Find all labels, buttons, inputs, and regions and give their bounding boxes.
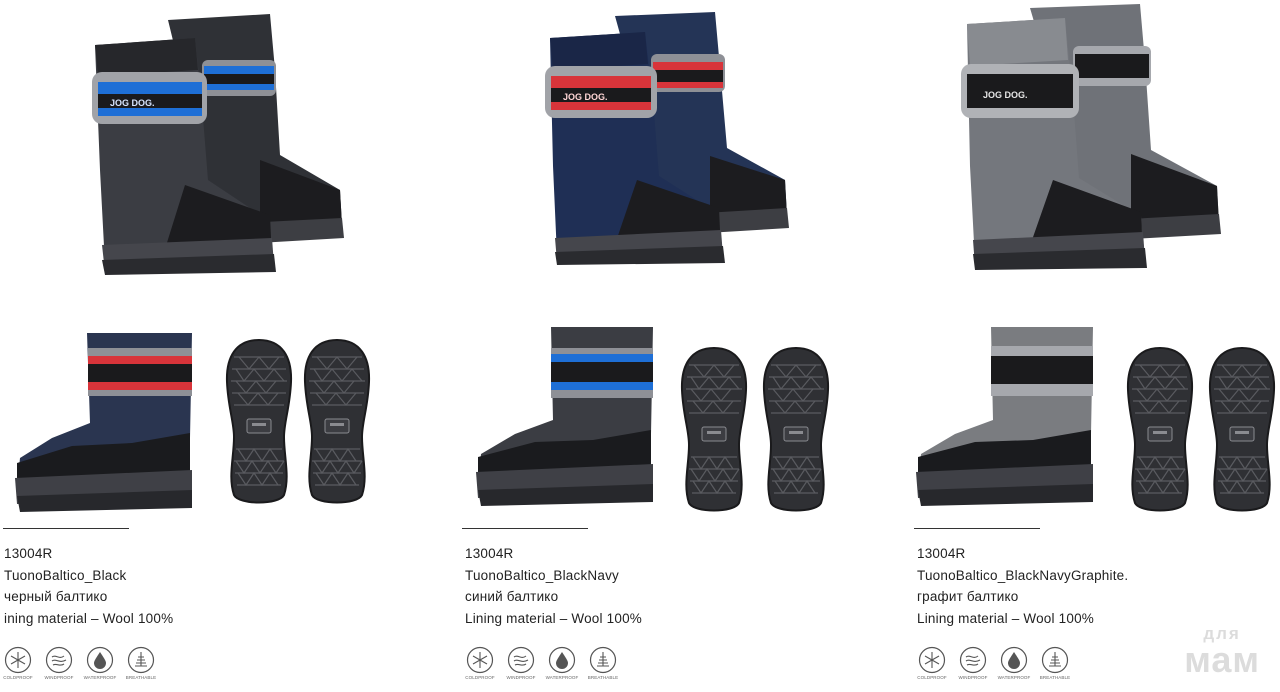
product-name: TuonoBaltico_BlackNavyGraphite. — [917, 567, 1129, 583]
feature-windproof: WINDPROOF — [506, 646, 536, 680]
product-color: черный балтико — [4, 589, 108, 604]
feature-coldproof: COLDPROOF — [917, 646, 947, 680]
breathable-icon — [127, 646, 155, 674]
jogdog-logo: JOG DOG. — [110, 98, 155, 108]
water-drop-icon — [1000, 646, 1028, 674]
feature-label: WATERPROOF — [545, 675, 579, 680]
boots-pair-photo: JOG DOG. — [961, 4, 1221, 270]
water-drop-icon — [548, 646, 576, 674]
feature-waterproof: WATERPROOF — [83, 646, 117, 680]
feature-label: WATERPROOF — [83, 675, 117, 680]
watermark: для мам — [1184, 625, 1260, 678]
breathable-icon — [589, 646, 617, 674]
product-code: 13004R — [917, 546, 966, 561]
feature-label: BREATHABLE — [125, 675, 157, 680]
side-boot-photo — [916, 327, 1093, 506]
snowflake-icon — [918, 646, 946, 674]
product-info: 13004R TuonoBaltico_Black черный балтико… — [4, 543, 173, 629]
divider — [914, 528, 1040, 529]
soles-photo — [225, 338, 371, 504]
feature-label: COLDPROOF — [465, 675, 495, 680]
product-info: 13004R TuonoBaltico_BlackNavyGraphite. г… — [917, 543, 1128, 629]
product-lining: ining material – Wool 100% — [4, 610, 174, 626]
feature-breathable: BREATHABLE — [126, 646, 156, 680]
wind-icon — [507, 646, 535, 674]
side-boot-photo — [15, 333, 192, 512]
product-card-black: JOG DOG. 13004R TuonoBaltico_Black черны… — [0, 0, 420, 692]
product-name: TuonoBaltico_BlackNavy — [465, 567, 619, 583]
feature-windproof: WINDPROOF — [958, 646, 988, 680]
product-lining: Lining material – Wool 100% — [465, 610, 642, 626]
feature-icons: COLDPROOF WINDPROOF WATERPROOF BREATHABL… — [465, 646, 618, 680]
wind-icon — [959, 646, 987, 674]
feature-breathable: BREATHABLE — [1040, 646, 1070, 680]
product-color: синий балтико — [465, 589, 559, 604]
feature-label: COLDPROOF — [3, 675, 33, 680]
feature-waterproof: WATERPROOF — [545, 646, 579, 680]
wind-icon — [45, 646, 73, 674]
watermark-bottom: мам — [1184, 639, 1260, 680]
feature-label: WATERPROOF — [997, 675, 1031, 680]
product-info: 13004R TuonoBaltico_BlackNavy синий балт… — [465, 543, 642, 629]
product-color: графит балтико — [917, 589, 1019, 604]
product-card-blacknavy: JOG DOG. 13004R TuonoBaltico_BlackNavy с… — [455, 0, 875, 692]
product-name: TuonoBaltico_Black — [4, 567, 127, 583]
feature-label: WINDPROOF — [44, 675, 74, 680]
jogdog-logo: JOG DOG. — [983, 90, 1028, 100]
divider — [462, 528, 588, 529]
snowflake-icon — [4, 646, 32, 674]
feature-icons: COLDPROOF WINDPROOF WATERPROOF BREATHABL… — [917, 646, 1070, 680]
feature-waterproof: WATERPROOF — [997, 646, 1031, 680]
breathable-icon — [1041, 646, 1069, 674]
jogdog-logo: JOG DOG. — [563, 92, 608, 102]
boots-pair-photo: JOG DOG. — [92, 14, 344, 275]
feature-label: COLDPROOF — [917, 675, 947, 680]
feature-label: BREATHABLE — [587, 675, 619, 680]
feature-windproof: WINDPROOF — [44, 646, 74, 680]
feature-coldproof: COLDPROOF — [3, 646, 33, 680]
product-lining: Lining material – Wool 100% — [917, 610, 1094, 626]
soles-photo — [680, 346, 830, 512]
boots-pair-photo: JOG DOG. — [545, 12, 789, 265]
side-boot-photo — [476, 327, 653, 506]
divider — [3, 528, 129, 529]
product-code: 13004R — [4, 546, 53, 561]
snowflake-icon — [466, 646, 494, 674]
product-code: 13004R — [465, 546, 514, 561]
feature-label: WINDPROOF — [958, 675, 988, 680]
product-card-graphite: JOG DOG. 13004R TuonoBaltico_BlackNavyGr… — [905, 0, 1280, 692]
feature-breathable: BREATHABLE — [588, 646, 618, 680]
feature-label: BREATHABLE — [1039, 675, 1071, 680]
soles-photo — [1126, 346, 1276, 512]
water-drop-icon — [86, 646, 114, 674]
feature-icons: COLDPROOF WINDPROOF WATERPROOF BREATHABL… — [3, 646, 156, 680]
feature-label: WINDPROOF — [506, 675, 536, 680]
feature-coldproof: COLDPROOF — [465, 646, 495, 680]
